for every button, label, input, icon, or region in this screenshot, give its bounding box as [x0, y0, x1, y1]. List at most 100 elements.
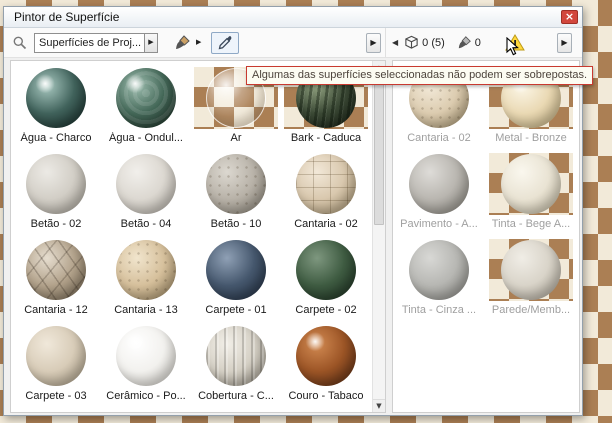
material-label: Cerâmico - Po...	[101, 390, 191, 402]
toolbar-right-section: ◀ 0 (5) 0	[385, 28, 582, 57]
catalog-scrollbar[interactable]: ▲ ▼	[372, 61, 385, 412]
window-title: Pintor de Superfície	[14, 10, 119, 24]
selection-surfaces-panel: Cantaria - 02Metal - BronzePavimento - A…	[392, 60, 580, 413]
toolbar-left-section: Superfícies de Proj... ▶ ▶	[4, 28, 385, 57]
close-button[interactable]: ×	[561, 10, 578, 24]
material-item[interactable]: Parede/Memb...	[485, 237, 577, 323]
material-item[interactable]: Cerâmico - Po...	[101, 323, 191, 409]
material-item[interactable]: Cantaria - 02	[281, 151, 371, 237]
material-item[interactable]: Tinta - Cinza ...	[393, 237, 485, 323]
surface-catalog-grid: Água - CharcoÁgua - Ondul...ArBark - Cad…	[11, 61, 372, 409]
material-item[interactable]: Betão - 04	[101, 151, 191, 237]
material-sphere	[296, 154, 356, 214]
material-preview	[104, 239, 188, 301]
warning-tooltip: Algumas das superfícies seleccionadas nã…	[246, 66, 593, 85]
paint-popup-icon[interactable]: ▶	[196, 39, 201, 46]
material-item[interactable]: Água - Ondul...	[101, 65, 191, 151]
material-sphere	[116, 240, 176, 300]
material-item[interactable]: Carpete - 02	[281, 237, 371, 323]
material-sphere	[409, 240, 469, 300]
scrollbar-thumb[interactable]	[374, 75, 384, 225]
material-label: Cantaria - 02	[393, 132, 485, 144]
material-item[interactable]: Carpete - 01	[191, 237, 281, 323]
material-preview	[284, 325, 368, 387]
material-label: Parede/Memb...	[485, 304, 577, 316]
material-preview	[194, 153, 278, 215]
material-label: Ar	[191, 132, 281, 144]
material-item[interactable]: Tinta - Bege A...	[485, 151, 577, 237]
material-sphere	[116, 326, 176, 386]
material-sphere	[26, 154, 86, 214]
material-item[interactable]: Cobertura - C...	[191, 323, 281, 409]
material-preview	[14, 153, 98, 215]
material-label: Cantaria - 13	[101, 304, 191, 316]
material-preview	[14, 67, 98, 129]
left-panel-expand-button[interactable]: ▶	[366, 33, 381, 53]
material-item[interactable]: Água - Charco	[11, 65, 101, 151]
right-panel-expand-button[interactable]: ▶	[557, 33, 572, 53]
scroll-down-button[interactable]: ▼	[373, 399, 385, 412]
material-sphere	[26, 68, 86, 128]
material-label: Bark - Caduca	[281, 132, 371, 144]
material-preview	[284, 239, 368, 301]
material-item[interactable]: Couro - Tabaco	[281, 323, 371, 409]
material-sphere	[501, 240, 561, 300]
material-sphere	[206, 240, 266, 300]
material-label: Água - Charco	[11, 132, 101, 144]
close-icon: ×	[565, 12, 574, 22]
material-item[interactable]: Cantaria - 12	[11, 237, 101, 323]
selection-cube-icon	[404, 35, 419, 50]
paint-mode-button[interactable]	[168, 32, 196, 54]
material-item[interactable]: Pavimento - A...	[393, 151, 485, 237]
material-label: Metal - Bronze	[485, 132, 577, 144]
material-label: Água - Ondul...	[101, 132, 191, 144]
material-item[interactable]: Carpete - 03	[11, 323, 101, 409]
screenshot-root: Pintor de Superfície × Superfícies de Pr…	[0, 0, 612, 423]
selected-count: 0 (5)	[422, 37, 445, 49]
cursor-icon	[506, 37, 519, 56]
filter-popup-button[interactable]: ▶	[144, 34, 157, 52]
material-label: Carpete - 01	[191, 304, 281, 316]
surface-filter-value: Superfícies de Proj...	[35, 34, 144, 52]
surface-filter-dropdown[interactable]: Superfícies de Proj... ▶	[34, 33, 158, 53]
panel-expand-icon: ▶	[370, 39, 376, 47]
material-label: Betão - 04	[101, 218, 191, 230]
material-preview	[194, 325, 278, 387]
material-sphere	[116, 154, 176, 214]
filter-popup-icon: ▶	[148, 39, 153, 46]
material-item[interactable]: Cantaria - 13	[101, 237, 191, 323]
material-item[interactable]: Betão - 10	[191, 151, 281, 237]
toolbar: Superfícies de Proj... ▶ ▶	[4, 28, 582, 58]
material-preview	[489, 153, 573, 215]
material-preview	[14, 239, 98, 301]
panel-collapse-icon[interactable]: ◀	[392, 38, 398, 47]
material-sphere	[116, 68, 176, 128]
material-preview	[397, 153, 481, 215]
material-label: Cantaria - 02	[281, 218, 371, 230]
pick-surface-button[interactable]	[211, 32, 239, 54]
eyedropper-icon	[217, 34, 234, 51]
material-label: Tinta - Cinza ...	[393, 304, 485, 316]
material-sphere	[296, 240, 356, 300]
material-sphere	[206, 154, 266, 214]
window-titlebar[interactable]: Pintor de Superfície ×	[4, 7, 582, 28]
material-item[interactable]: Betão - 02	[11, 151, 101, 237]
material-label: Tinta - Bege A...	[485, 218, 577, 230]
material-sphere	[26, 240, 86, 300]
material-preview	[104, 153, 188, 215]
material-label: Couro - Tabaco	[281, 390, 371, 402]
search-icon[interactable]	[12, 35, 28, 51]
material-label: Carpete - 03	[11, 390, 101, 402]
material-preview	[104, 67, 188, 129]
material-label: Cobertura - C...	[191, 390, 281, 402]
material-sphere	[26, 326, 86, 386]
material-label: Cantaria - 12	[11, 304, 101, 316]
paint-count-icon	[457, 35, 472, 50]
material-preview	[104, 325, 188, 387]
material-sphere	[206, 326, 266, 386]
material-preview	[14, 325, 98, 387]
material-label: Carpete - 02	[281, 304, 371, 316]
material-preview	[397, 239, 481, 301]
material-sphere	[296, 326, 356, 386]
paint-brush-icon	[174, 34, 191, 51]
